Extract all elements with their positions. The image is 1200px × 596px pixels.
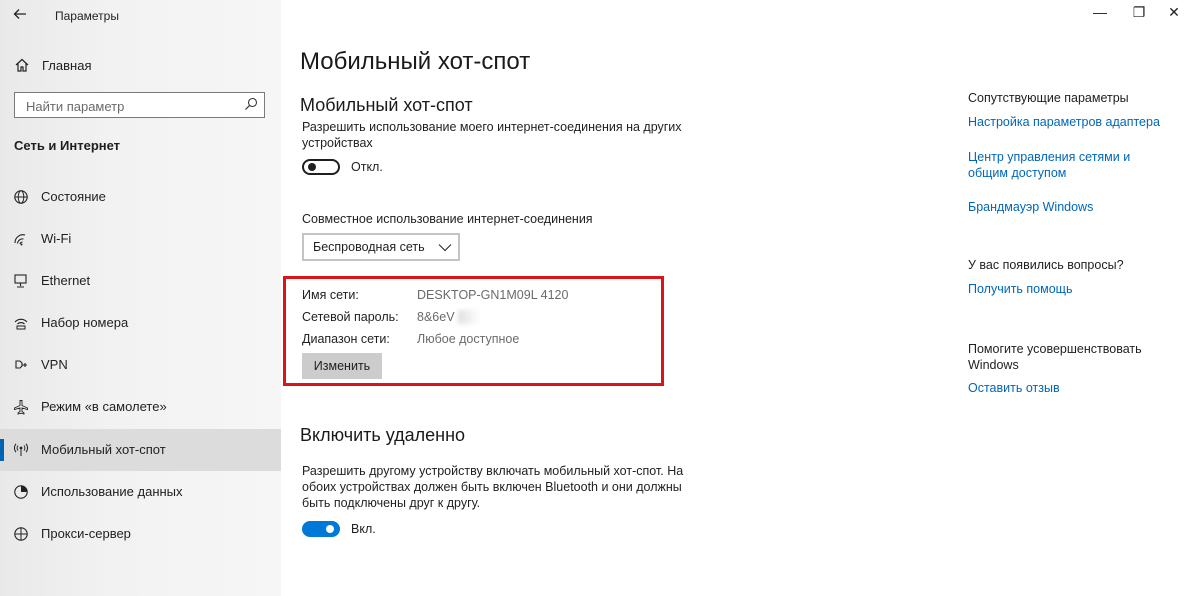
home-icon [14, 57, 30, 73]
remote-heading: Включить удаленно [300, 425, 466, 445]
network-band-label: Диапазон сети: [302, 332, 390, 346]
sidebar-item-label: Режим «в самолете» [41, 399, 167, 414]
hotspot-toggle[interactable] [302, 159, 340, 175]
search-box[interactable] [14, 92, 265, 118]
dialup-icon [13, 315, 29, 331]
data-usage-icon [13, 484, 29, 500]
sidebar-item-label: VPN [41, 357, 68, 372]
sidebar-item-label: Набор номера [41, 315, 129, 330]
maximize-button[interactable]: ❐ [1129, 4, 1149, 24]
link-get-help[interactable]: Получить помощь [968, 281, 1072, 297]
sharing-select[interactable]: Беспроводная сеть [302, 233, 460, 261]
sidebar-item-label: Использование данных [41, 484, 183, 499]
wifi-icon [13, 231, 29, 247]
search-input[interactable] [24, 94, 243, 118]
related-settings-title: Сопутствующие параметры [968, 91, 1129, 105]
password-blur [458, 310, 480, 324]
network-password-value: 8&6eV [417, 310, 455, 324]
improve-title: Помогите усовершенствовать Windows [968, 342, 1142, 372]
network-name-label: Имя сети: [302, 288, 359, 302]
edit-button[interactable]: Изменить [302, 353, 382, 379]
sidebar-item-data-usage[interactable]: Использование данных [0, 471, 281, 513]
sidebar-item-label: Состояние [41, 189, 106, 204]
back-arrow-icon[interactable] [12, 6, 32, 24]
sidebar-item-label: Ethernet [41, 273, 91, 288]
proxy-icon [13, 526, 29, 542]
page-title: Мобильный хот-спот [300, 48, 531, 75]
minimize-button[interactable]: — [1090, 4, 1110, 24]
network-password-label: Сетевой пароль: [302, 310, 399, 324]
close-button[interactable]: ✕ [1164, 4, 1184, 24]
questions-title: У вас появились вопросы? [968, 258, 1124, 272]
network-band-value: Любое доступное [417, 332, 520, 346]
link-feedback[interactable]: Оставить отзыв [968, 380, 1060, 396]
toggle-knob [308, 163, 316, 171]
active-indicator [0, 439, 4, 461]
link-adapter-settings[interactable]: Настройка параметров адаптера [968, 114, 1160, 130]
sidebar-item-label: Мобильный хот-спот [41, 442, 166, 457]
sidebar-home[interactable]: Главная [14, 55, 91, 75]
airplane-icon [13, 399, 29, 415]
sidebar-item-ethernet[interactable]: Ethernet [0, 260, 281, 302]
hotspot-icon [13, 442, 29, 458]
hotspot-toggle-label: Откл. [351, 160, 383, 174]
sidebar-item-airplane[interactable]: Режим «в самолете» [0, 386, 281, 428]
section-title: Сеть и Интернет [14, 138, 121, 153]
remote-toggle[interactable] [302, 521, 340, 537]
globe-icon [13, 189, 29, 205]
sharing-select-value: Беспроводная сеть [313, 240, 425, 254]
hotspot-description: Разрешить использование моего интернет-с… [302, 120, 682, 150]
chevron-down-icon [438, 241, 452, 256]
network-name-value: DESKTOP-GN1M09L 4120 [417, 288, 569, 302]
remote-toggle-label: Вкл. [351, 522, 376, 536]
sidebar-item-mobile-hotspot[interactable]: Мобильный хот-спот [0, 429, 281, 471]
sidebar-item-status[interactable]: Состояние [0, 176, 281, 218]
toggle-knob [326, 525, 334, 533]
sidebar-item-label: Wi-Fi [41, 231, 72, 246]
vpn-icon [13, 357, 29, 373]
sidebar-item-proxy[interactable]: Прокси-сервер [0, 513, 281, 555]
link-firewall[interactable]: Брандмауэр Windows [968, 199, 1093, 215]
sharing-label: Совместное использование интернет-соедин… [302, 212, 593, 226]
sidebar-home-label: Главная [42, 58, 92, 73]
app-title: Параметры [55, 9, 119, 23]
sidebar-item-dialup[interactable]: Набор номера [0, 302, 281, 344]
remote-description: Разрешить другому устройству включать мо… [302, 464, 684, 510]
sidebar-item-vpn[interactable]: VPN [0, 344, 281, 386]
sidebar: Параметры Главная Сеть и Интернет Состоя… [0, 0, 281, 596]
search-icon[interactable] [244, 97, 258, 116]
hotspot-heading: Мобильный хот-спот [300, 95, 473, 115]
sidebar-item-label: Прокси-сервер [41, 526, 131, 541]
link-network-center[interactable]: Центр управления сетями и общим доступом [968, 149, 1173, 181]
ethernet-icon [13, 273, 29, 289]
sidebar-item-wifi[interactable]: Wi-Fi [0, 218, 281, 260]
